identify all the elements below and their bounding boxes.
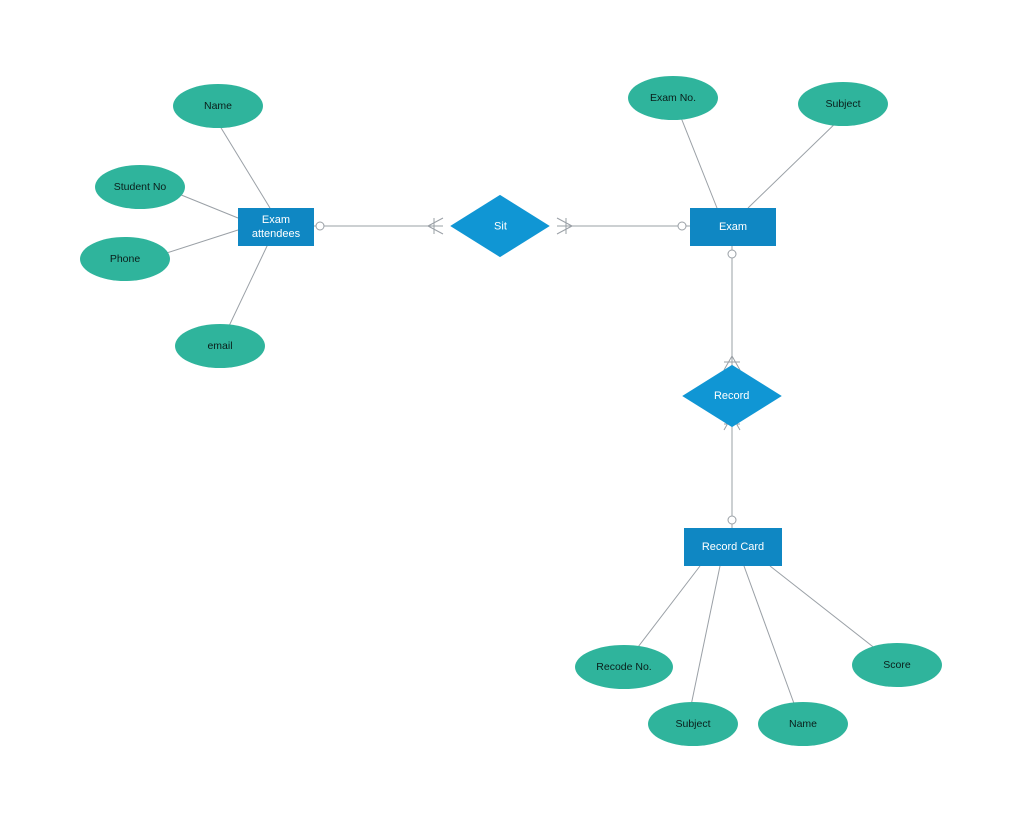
entity-record-card: Record Card [684, 528, 782, 566]
attr-name: Name [173, 84, 263, 128]
attr-score: Score [852, 643, 942, 687]
attr-student-no: Student No [95, 165, 185, 209]
entity-exam-attendees: Exam attendees [238, 208, 314, 246]
attr-subject: Subject [798, 82, 888, 126]
attr-rc-name: Name [758, 702, 848, 746]
attr-exam-no: Exam No. [628, 76, 718, 120]
er-connectors [0, 0, 1024, 816]
attr-rc-subject: Subject [648, 702, 738, 746]
attr-phone: Phone [80, 237, 170, 281]
attr-recode-no: Recode No. [575, 645, 673, 689]
entity-exam: Exam [690, 208, 776, 246]
attr-email: email [175, 324, 265, 368]
